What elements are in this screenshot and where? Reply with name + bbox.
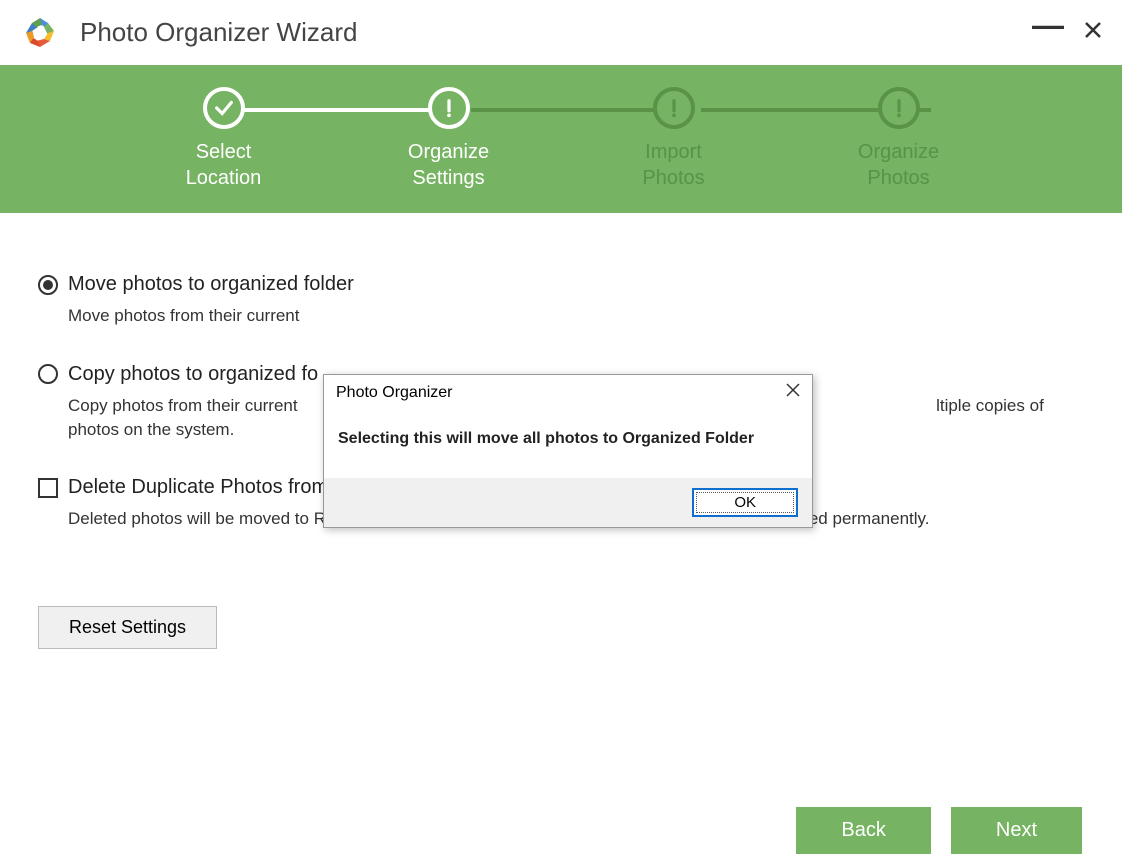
option-title: Move photos to organized folder <box>68 273 354 296</box>
next-button[interactable]: Next <box>951 807 1082 854</box>
option-move-photos: Move photos to organized folder Move pho… <box>38 273 1084 328</box>
dialog-ok-button[interactable]: OK <box>692 488 798 517</box>
window-title: Photo Organizer Wizard <box>80 17 1032 48</box>
dialog-title: Photo Organizer <box>336 384 453 402</box>
dialog-message: Selecting this will move all photos to O… <box>324 410 812 478</box>
radio-copy-photos[interactable] <box>38 364 58 384</box>
radio-move-photos[interactable] <box>38 275 58 295</box>
exclamation-icon <box>653 87 695 129</box>
minimize-button[interactable]: — <box>1032 20 1064 30</box>
exclamation-icon <box>878 87 920 129</box>
step-label: OrganizePhotos <box>858 139 939 191</box>
checkmark-icon <box>203 87 245 129</box>
step-label: ImportPhotos <box>642 139 704 191</box>
option-description: Move photos from their current <box>68 304 1084 328</box>
step-label: SelectLocation <box>186 139 262 191</box>
back-button[interactable]: Back <box>796 807 930 854</box>
reset-settings-button[interactable]: Reset Settings <box>38 606 217 649</box>
step-import-photos: ImportPhotos <box>561 87 786 191</box>
step-select-location: SelectLocation <box>111 87 336 191</box>
step-organize-photos: OrganizePhotos <box>786 87 1011 191</box>
confirmation-dialog: Photo Organizer Selecting this will move… <box>323 374 813 528</box>
exclamation-icon <box>428 87 470 129</box>
step-organize-settings: OrganizeSettings <box>336 87 561 191</box>
checkbox-delete-duplicates[interactable] <box>38 478 58 498</box>
dialog-close-button[interactable] <box>786 383 800 402</box>
option-title: Copy photos to organized fo <box>68 363 318 386</box>
close-button[interactable] <box>1084 21 1102 45</box>
step-label: OrganizeSettings <box>408 139 489 191</box>
wizard-steps-bar: SelectLocation OrganizeSettings ImportPh… <box>0 65 1122 213</box>
app-logo-icon <box>20 13 60 53</box>
